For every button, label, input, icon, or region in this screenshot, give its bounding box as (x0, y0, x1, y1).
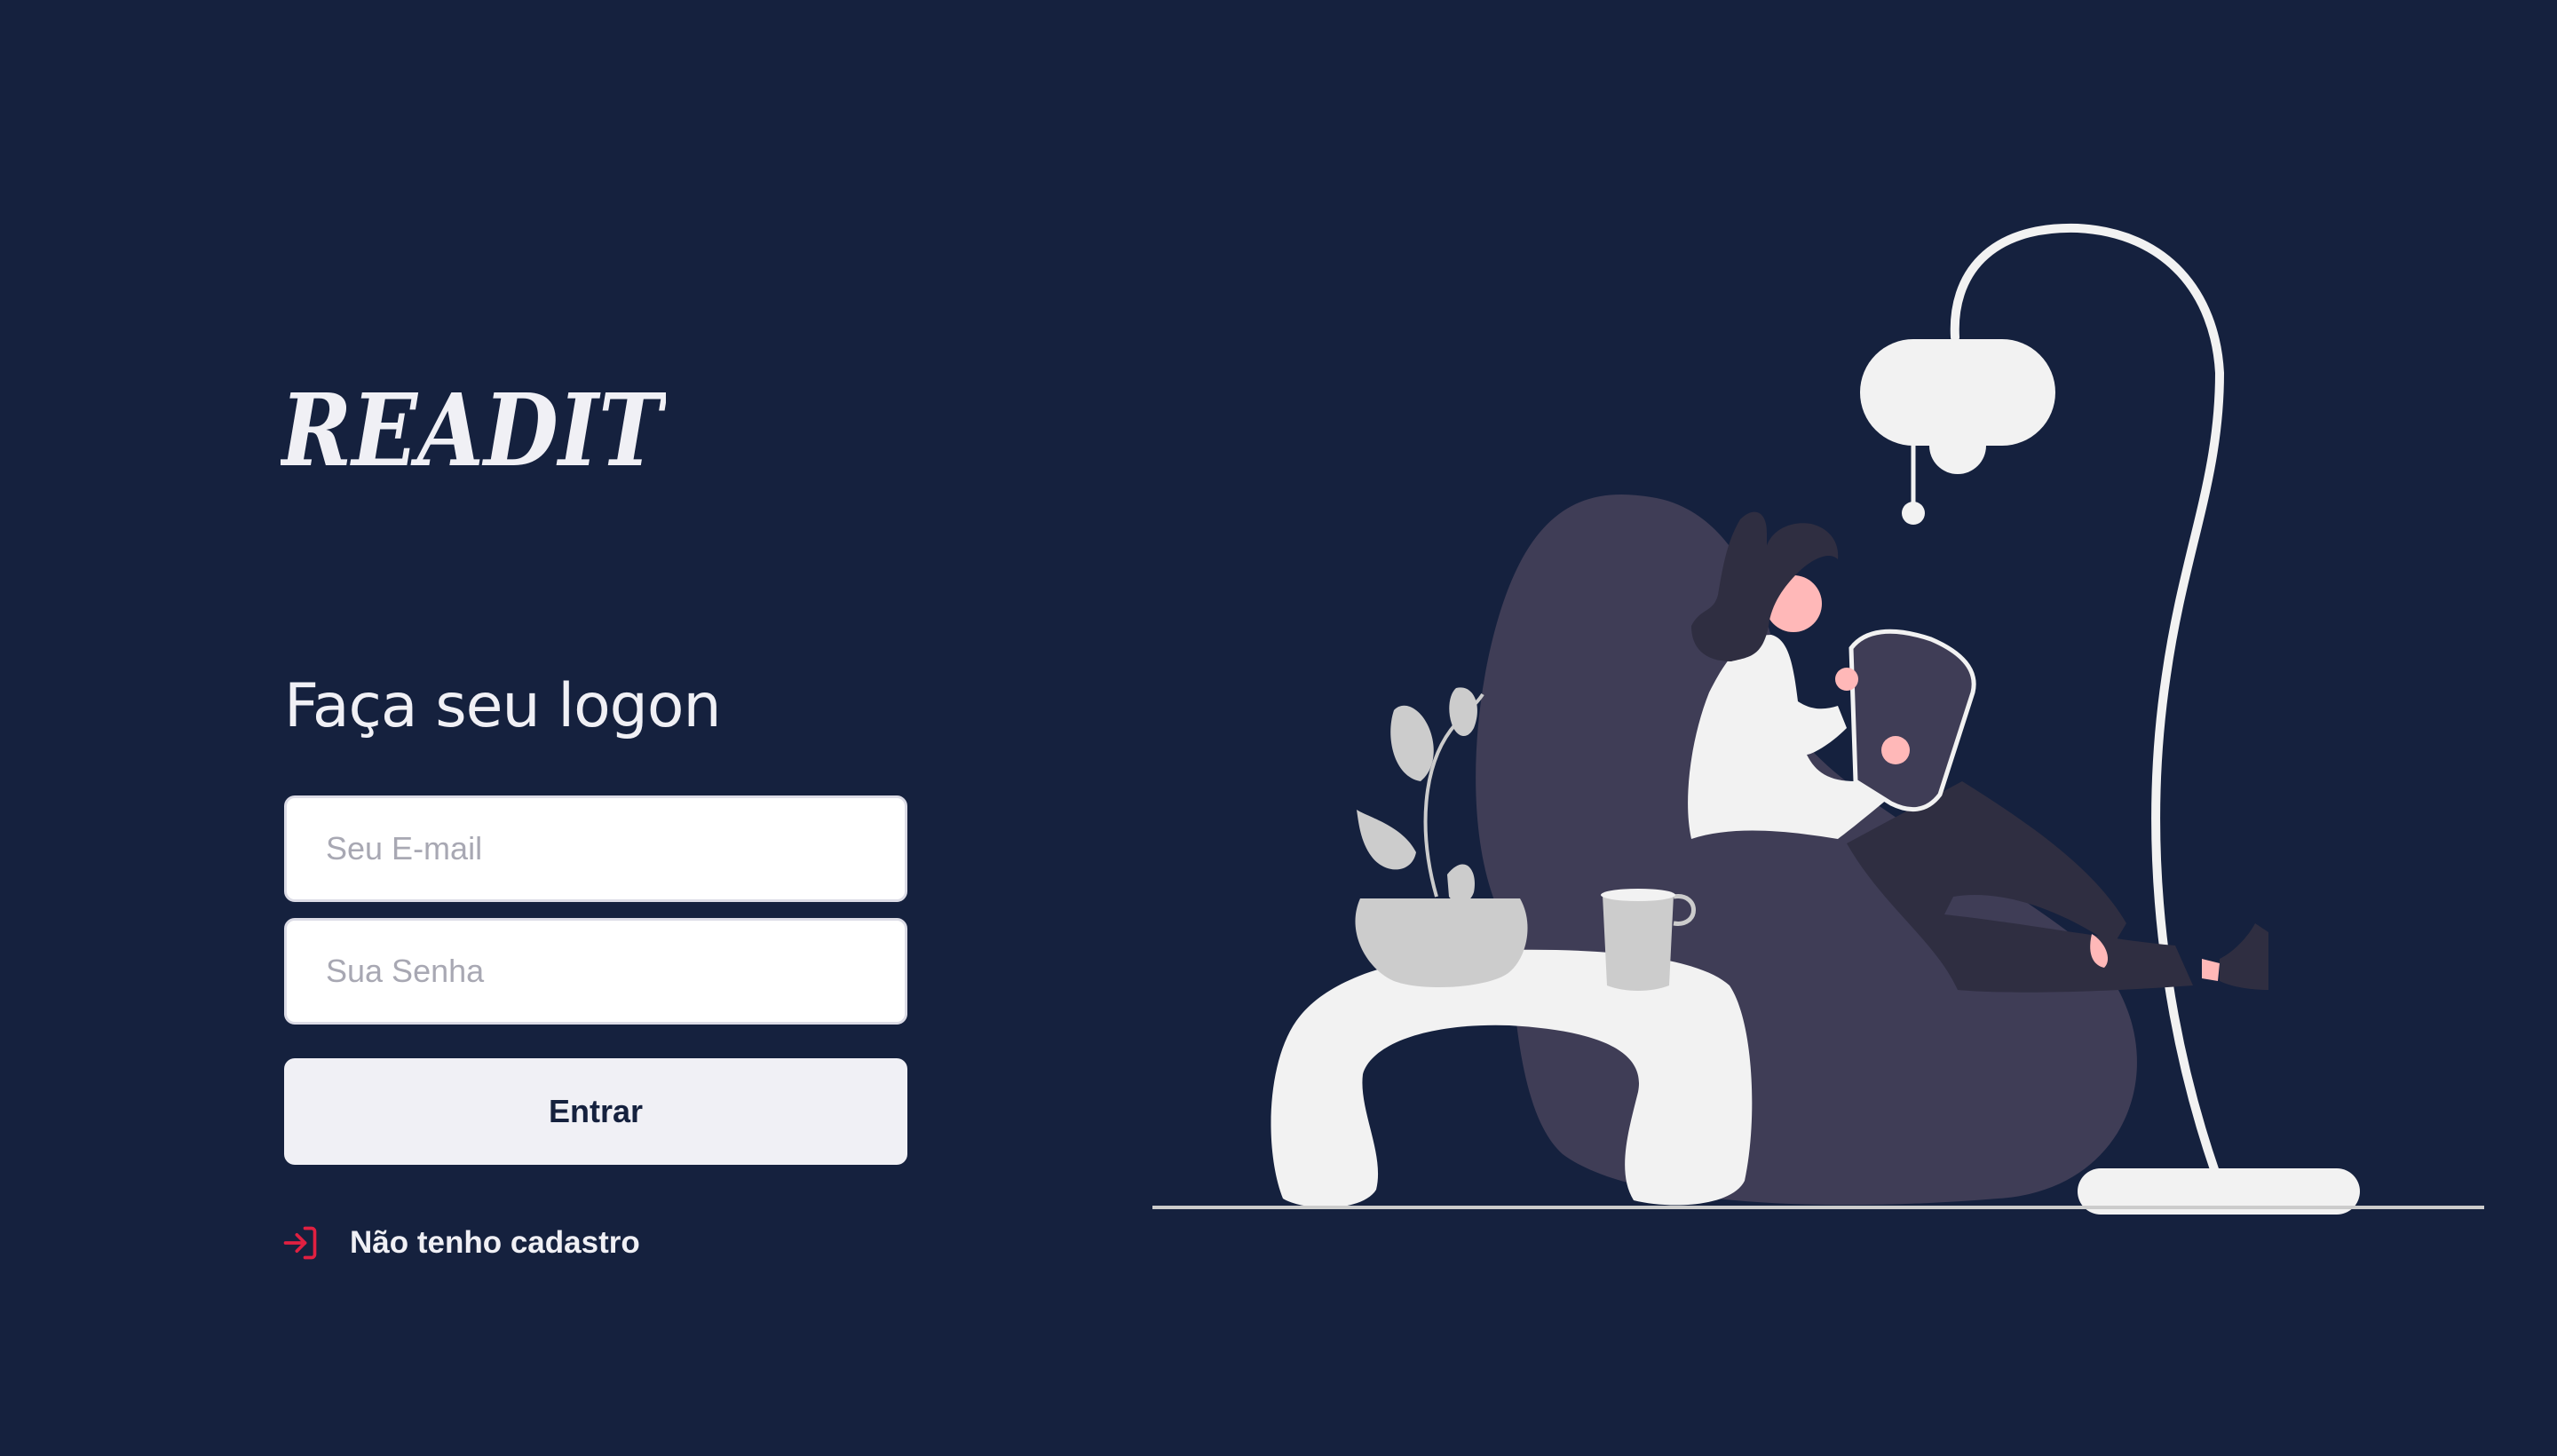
logo-text: READIT (281, 380, 666, 478)
readit-logo: READIT (281, 380, 666, 478)
foot (2202, 959, 2220, 981)
register-link[interactable]: Não tenho cadastro (281, 1222, 640, 1264)
plant-leaf (1390, 705, 1434, 781)
side-table (1271, 949, 1753, 1208)
logo-wordmark: READIT (281, 380, 666, 478)
lamp-bulb (1929, 417, 1986, 474)
tablet (1848, 629, 1976, 812)
email-input[interactable] (284, 795, 907, 902)
shoe (2220, 923, 2268, 990)
register-link-label: Não tenho cadastro (350, 1225, 640, 1260)
reading-illustration (1152, 223, 2484, 1215)
login-button[interactable]: Entrar (284, 1058, 907, 1165)
page-title: Faça seu logon (284, 671, 722, 741)
lamp-pull-cord (1902, 502, 1925, 525)
mug (1603, 895, 1674, 991)
password-input[interactable] (284, 918, 907, 1025)
hand (1835, 668, 1858, 691)
plant-leaf (1357, 810, 1416, 870)
login-page: READIT Faça seu logon Entrar Não tenho c… (0, 0, 2557, 1456)
hand (1881, 736, 1910, 764)
log-in-icon (281, 1223, 320, 1262)
plant-leaf (1447, 864, 1475, 903)
